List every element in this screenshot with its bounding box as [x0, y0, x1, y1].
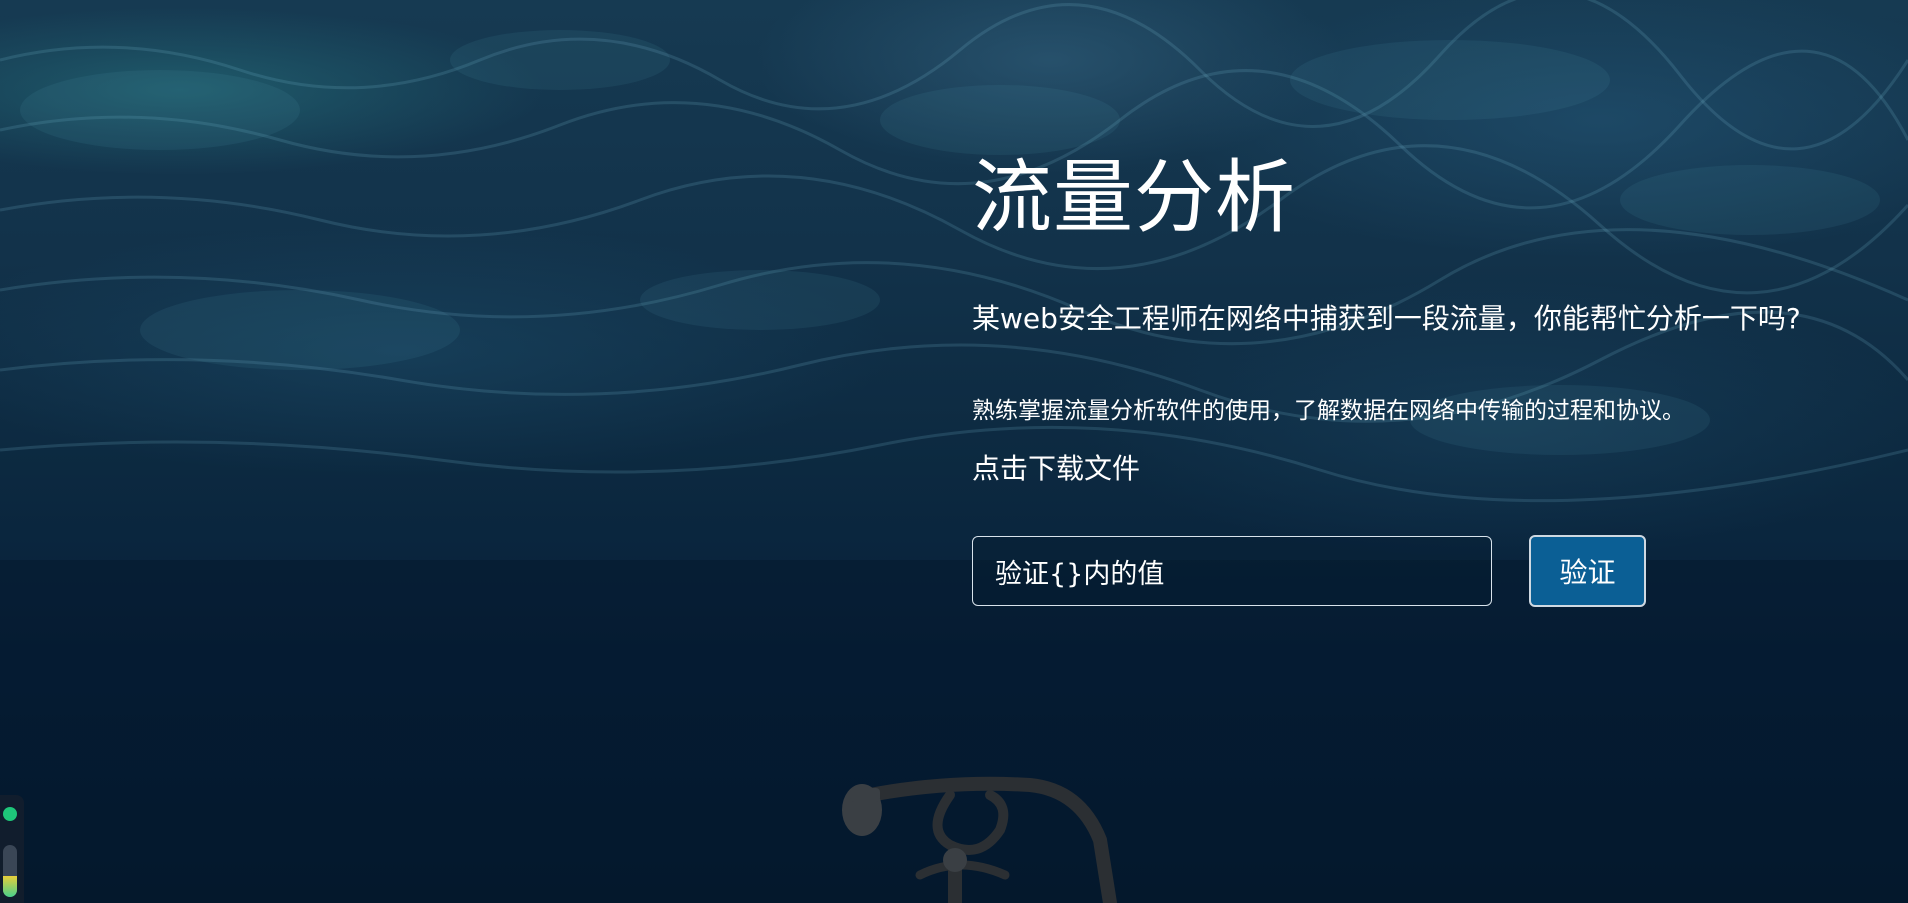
- flag-form: 验证{}内的值 验证: [972, 535, 1872, 608]
- main-content: 流量分析 某web安全工程师在网络中捕获到一段流量，你能帮忙分析一下吗? 熟练掌…: [972, 150, 1872, 608]
- flag-input-placeholder: 验证{}内的值: [995, 558, 1165, 590]
- challenge-subtitle: 某web安全工程师在网络中捕获到一段流量，你能帮忙分析一下吗?: [972, 302, 1801, 335]
- faucet-image: [842, 776, 1117, 903]
- status-indicator-icon: [3, 807, 17, 821]
- download-file-link[interactable]: 点击下载文件: [972, 447, 1140, 487]
- page-title: 流量分析: [972, 151, 1296, 244]
- level-meter: [3, 845, 17, 897]
- side-status-widget[interactable]: [0, 795, 24, 903]
- verify-button[interactable]: 验证: [1529, 535, 1646, 608]
- challenge-description: 熟练掌握流量分析软件的使用，了解数据在网络中传输的过程和协议。: [972, 397, 1685, 424]
- level-meter-fill: [3, 876, 17, 897]
- flag-input[interactable]: 验证{}内的值: [972, 536, 1492, 607]
